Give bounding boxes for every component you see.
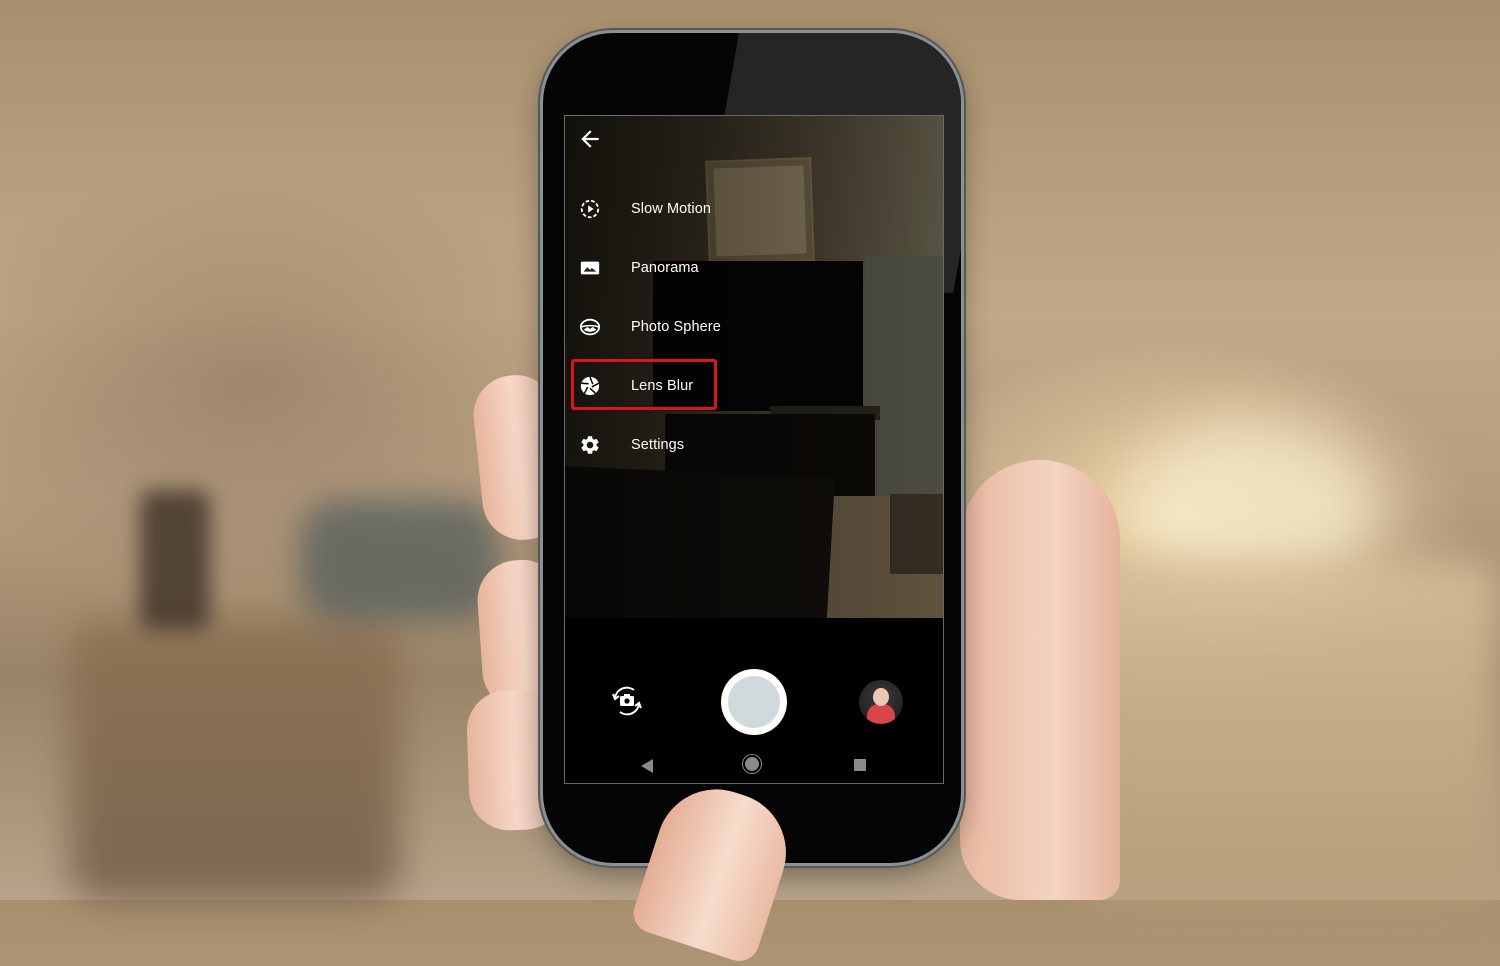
menu-item-label: Photo Sphere	[631, 319, 721, 335]
switch-camera-icon	[607, 681, 647, 721]
menu-item-settings[interactable]: Settings	[565, 425, 785, 465]
last-photo-thumbnail[interactable]	[859, 680, 903, 724]
menu-item-label: Slow Motion	[631, 201, 711, 217]
nav-home-icon[interactable]	[745, 757, 759, 771]
slow-motion-icon	[577, 196, 603, 222]
lens-blur-icon	[577, 373, 603, 399]
shutter-button-inner	[728, 676, 780, 728]
shutter-button[interactable]	[721, 669, 787, 735]
menu-item-slow-motion[interactable]: Slow Motion	[565, 189, 785, 229]
menu-item-panorama[interactable]: Panorama	[565, 248, 785, 288]
camera-mode-menu: Slow Motion Panorama	[565, 116, 943, 618]
gear-icon	[577, 432, 603, 458]
menu-item-label: Lens Blur	[631, 378, 693, 394]
nav-back-icon[interactable]	[641, 759, 653, 773]
menu-item-photo-sphere[interactable]: Photo Sphere	[565, 307, 785, 347]
nav-recents-icon[interactable]	[854, 759, 866, 771]
menu-item-label: Panorama	[631, 260, 699, 276]
background-pillow	[300, 500, 500, 620]
arrow-back-icon	[577, 126, 603, 152]
switch-camera-button[interactable]	[607, 681, 647, 721]
phone-device: Slow Motion Panorama	[543, 33, 961, 863]
thumbnail-subject-head	[873, 688, 889, 706]
photo-sphere-icon	[577, 314, 603, 340]
panorama-icon	[577, 255, 603, 281]
hand-palm	[960, 460, 1120, 900]
background-vase	[140, 490, 210, 630]
thumbnail-subject-body	[867, 704, 895, 724]
menu-item-lens-blur[interactable]: Lens Blur	[565, 366, 785, 406]
background-sofa-right	[1080, 560, 1500, 900]
menu-item-label: Settings	[631, 437, 684, 453]
back-button[interactable]	[577, 126, 603, 152]
background-sofa-left	[70, 620, 400, 900]
phone-screen: Slow Motion Panorama	[564, 115, 944, 784]
camera-controls-bar	[565, 618, 943, 783]
